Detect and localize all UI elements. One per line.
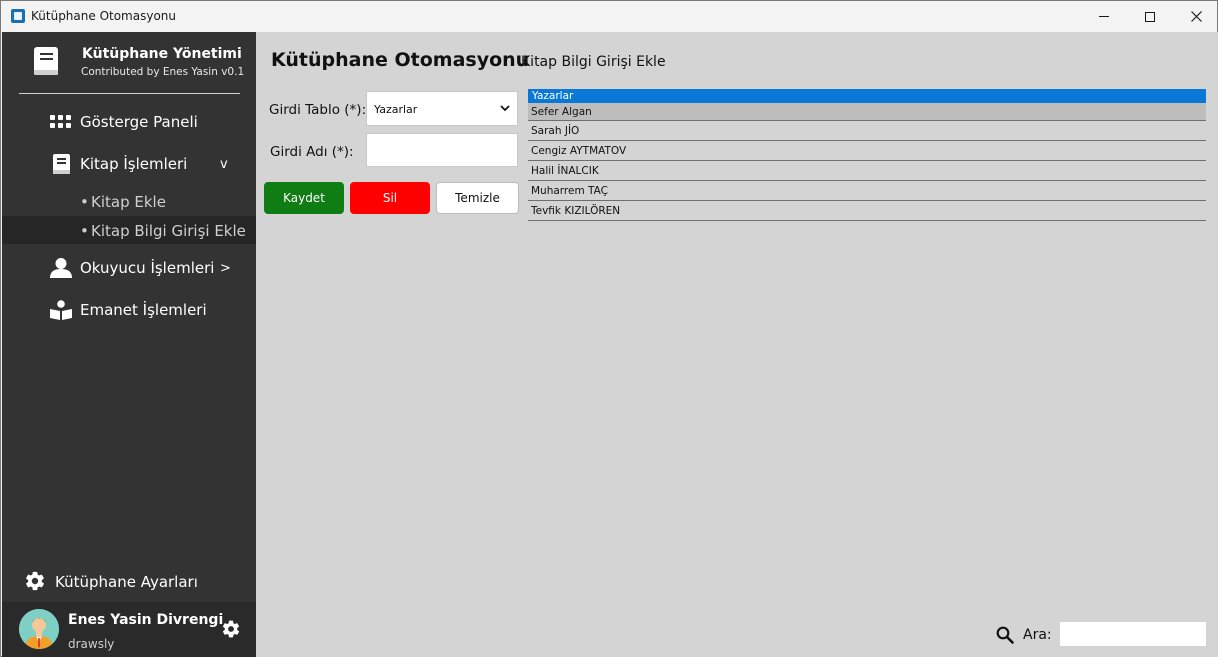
sub-item-add-book[interactable]: • Kitap Ekle bbox=[2, 187, 256, 215]
divider bbox=[19, 93, 240, 94]
list-item[interactable]: Tevfik KIZILÖREN bbox=[528, 201, 1206, 221]
search-icon bbox=[996, 626, 1014, 644]
brand-subtitle: Contributed by Enes Yasin v0.1 bbox=[81, 66, 245, 78]
table-field-label: Girdi Tablo (*): bbox=[269, 102, 367, 118]
nav-label: Gösterge Paneli bbox=[80, 113, 198, 131]
nav-label: Kitap İşlemleri bbox=[80, 155, 188, 173]
dashboard-grid-icon bbox=[50, 115, 71, 128]
delete-button[interactable]: Sil bbox=[350, 182, 430, 214]
nav-item-dashboard[interactable]: Gösterge Paneli bbox=[2, 103, 256, 141]
list-item[interactable]: Muharrem TAÇ bbox=[528, 181, 1206, 201]
maximize-button[interactable] bbox=[1127, 1, 1173, 32]
search-input[interactable] bbox=[1060, 622, 1206, 646]
app-icon bbox=[11, 9, 25, 23]
nav-item-readers[interactable]: Okuyucu İşlemleri > bbox=[2, 249, 256, 287]
nav-item-loans[interactable]: Emanet İşlemleri bbox=[2, 291, 256, 329]
list-item[interactable]: Sefer Algan bbox=[528, 103, 1206, 121]
chevron-right-icon: > bbox=[220, 260, 231, 276]
main-panel: Kütüphane Otomasyonu Kitap Bilgi Girişi … bbox=[256, 32, 1218, 657]
close-icon bbox=[1190, 11, 1202, 22]
sub-item-label: Kitap Bilgi Girişi Ekle bbox=[91, 222, 246, 240]
entries-list[interactable]: Yazarlar Sefer Algan Sarah JİO Cengiz AY… bbox=[528, 89, 1206, 221]
clear-button[interactable]: Temizle bbox=[436, 182, 519, 214]
search-label: Ara: bbox=[1023, 627, 1052, 643]
book-icon bbox=[34, 47, 58, 75]
user-card: Enes Yasin Divrengi drawsly bbox=[2, 602, 256, 657]
minimize-button[interactable] bbox=[1081, 1, 1127, 32]
chevron-down-icon bbox=[500, 105, 510, 112]
bullet: • bbox=[80, 193, 89, 211]
table-select[interactable]: Yazarlar bbox=[366, 91, 518, 126]
user-icon bbox=[50, 258, 72, 278]
sub-item-book-info-entry[interactable]: • Kitap Bilgi Girişi Ekle bbox=[2, 216, 256, 244]
close-button[interactable] bbox=[1173, 1, 1218, 32]
nav-item-books[interactable]: Kitap İşlemleri v bbox=[2, 145, 256, 183]
page-subtitle: Kitap Bilgi Girişi Ekle bbox=[521, 54, 666, 70]
window-title: Kütüphane Otomasyonu bbox=[31, 9, 177, 23]
maximize-icon bbox=[1145, 11, 1155, 22]
table-select-value: Yazarlar bbox=[374, 103, 418, 116]
app-window: Kütüphane Otomasyonu Kütüphane Yönetimi … bbox=[0, 0, 1218, 657]
expand-icon: v bbox=[220, 156, 228, 172]
minimize-icon bbox=[1099, 16, 1109, 17]
nav-label: Okuyucu İşlemleri bbox=[80, 259, 215, 277]
settings-label: Kütüphane Ayarları bbox=[55, 573, 198, 591]
page-title: Kütüphane Otomasyonu bbox=[271, 49, 530, 71]
book-icon bbox=[53, 154, 70, 174]
user-settings-gear-icon[interactable] bbox=[221, 619, 241, 639]
title-bar: Kütüphane Otomasyonu bbox=[1, 1, 1217, 32]
sidebar: Kütüphane Yönetimi Contributed by Enes Y… bbox=[2, 32, 256, 657]
bullet: • bbox=[80, 222, 89, 240]
list-header[interactable]: Yazarlar bbox=[528, 89, 1206, 103]
name-input[interactable] bbox=[366, 133, 518, 167]
list-item[interactable]: Cengiz AYTMATOV bbox=[528, 141, 1206, 161]
save-button[interactable]: Kaydet bbox=[264, 182, 344, 214]
sub-item-label: Kitap Ekle bbox=[91, 193, 166, 211]
brand-title: Kütüphane Yönetimi bbox=[82, 46, 242, 62]
reader-book-icon bbox=[50, 300, 72, 320]
nav-label: Emanet İşlemleri bbox=[80, 301, 207, 319]
user-handle: drawsly bbox=[68, 637, 115, 651]
user-name: Enes Yasin Divrengi bbox=[68, 612, 224, 628]
list-item[interactable]: Halil İNALCIK bbox=[528, 161, 1206, 181]
list-item[interactable]: Sarah JİO bbox=[528, 121, 1206, 141]
library-settings-button[interactable]: Kütüphane Ayarları bbox=[24, 569, 254, 595]
name-field-label: Girdi Adı (*): bbox=[270, 144, 354, 160]
gear-icon bbox=[26, 571, 44, 591]
avatar bbox=[19, 609, 59, 649]
